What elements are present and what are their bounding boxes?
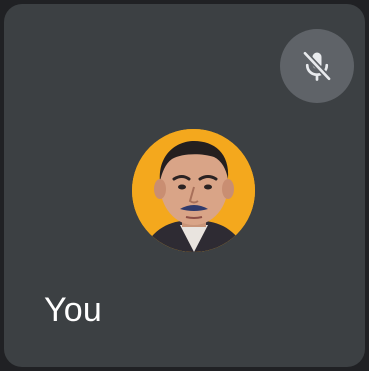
participant-name: You [44,291,102,329]
mic-off-icon [302,50,332,82]
avatar [132,129,255,252]
mic-off-badge [280,29,354,103]
participant-tile[interactable]: You [4,4,365,367]
